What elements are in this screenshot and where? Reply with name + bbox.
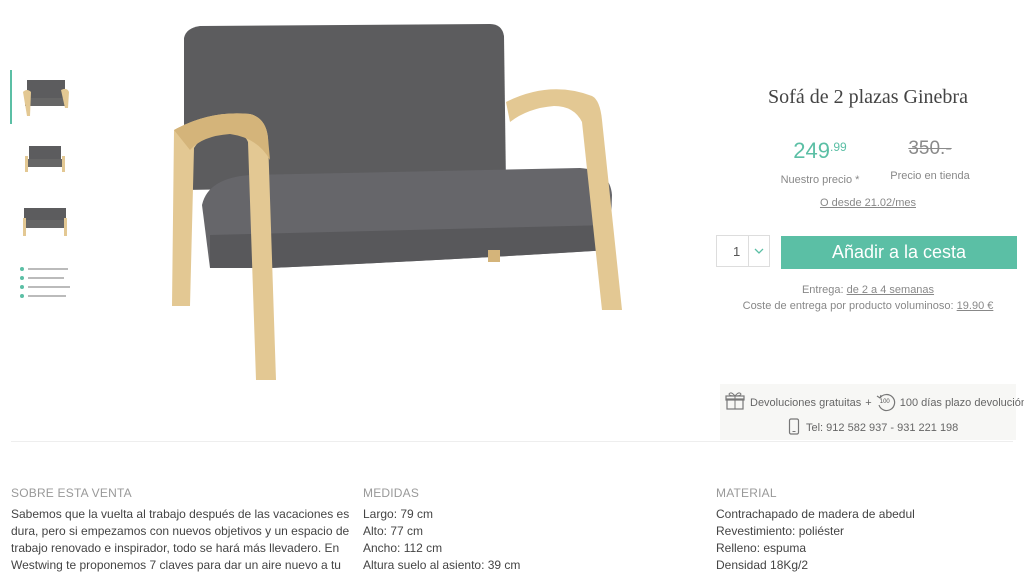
store-price: 350.- Precio en tienda	[870, 138, 990, 182]
sofa-thumbnail-image	[25, 146, 65, 172]
about-line: trabajo renovado e inspirador, todo se h…	[11, 541, 340, 555]
features-thumbnail-image	[20, 267, 70, 298]
product-image[interactable]	[150, 10, 640, 390]
thumbnail-gallery	[10, 70, 80, 318]
returns-box: Devoluciones gratuitas + 100 100 días pl…	[720, 384, 1024, 440]
delivery-cost-label: Coste de entrega por producto voluminoso…	[742, 300, 954, 312]
sofa-image	[172, 24, 622, 380]
delivery-cost-link[interactable]: 19.90 €	[957, 300, 994, 312]
quantity-value: 1	[733, 244, 741, 259]
financing-link[interactable]: O desde 21.02/mes	[820, 197, 916, 209]
about-section: SOBRE ESTA VENTA Sabemos que la vuelta a…	[11, 486, 350, 574]
material-line: Revestimiento: poliéster	[716, 524, 845, 538]
measure-width: Ancho: 112 cm	[363, 541, 443, 555]
free-returns-text: Devoluciones gratuitas	[750, 396, 862, 409]
financing: O desde 21.02/mes	[720, 193, 1016, 211]
measure-seat-height: Altura suelo al asiento: 39 cm	[363, 558, 521, 572]
return-period-text: 100 días plazo devolución	[899, 396, 1024, 409]
our-price-label: Nuestro precio *	[780, 174, 860, 186]
thumbnail-sofa-front[interactable]	[10, 132, 80, 186]
about-heading: SOBRE ESTA VENTA	[11, 486, 132, 500]
store-price-value: 350.-	[908, 138, 952, 159]
thumbnail-sofa-angle[interactable]	[10, 70, 80, 124]
measure-height: Alto: 77 cm	[363, 524, 424, 538]
delivery-label: Entrega:	[801, 284, 844, 296]
phone-text: Tel: 912 582 937 - 931 221 198	[806, 422, 959, 434]
measure-length: Largo: 79 cm	[363, 507, 434, 521]
material-line: Contrachapado de madera de abedul	[716, 507, 915, 521]
phone-icon	[788, 418, 800, 438]
about-line: dura, pero si empezamos con nuevos objet…	[11, 524, 350, 538]
delivery-time-link[interactable]: de 2 a 4 semanas	[847, 284, 934, 296]
store-price-label: Precio en tienda	[890, 170, 970, 182]
measures-section: MEDIDAS Largo: 79 cm Alto: 77 cm Ancho: …	[363, 486, 693, 574]
material-heading: MATERIAL	[716, 486, 777, 500]
plus-sign: +	[865, 396, 872, 409]
material-line: Densidad 18Kg/2	[716, 558, 809, 572]
add-to-cart-button[interactable]: Añadir a la cesta	[781, 236, 1017, 269]
gift-icon	[724, 391, 746, 414]
product-title: Sofá de 2 plazas Ginebra	[768, 86, 968, 108]
our-price: 249.99 Nuestro precio *	[760, 138, 880, 186]
sofa-thumbnail-image	[23, 208, 67, 236]
about-line: Westwing te proponemos 7 claves para dar…	[11, 558, 341, 572]
days-badge: 100	[879, 398, 890, 405]
divider	[11, 441, 1013, 442]
delivery-info: Entrega: de 2 a 4 semanas Coste de entre…	[720, 282, 1016, 314]
measures-heading: MEDIDAS	[363, 486, 420, 500]
sofa-thumbnail-image	[23, 80, 69, 116]
thumbnail-features[interactable]	[10, 256, 80, 310]
about-line: Sabemos que la vuelta al trabajo después…	[11, 507, 350, 521]
price-value: 249.99	[760, 138, 880, 164]
price-integer: 249	[793, 138, 831, 163]
100-days-return-icon: 100	[876, 393, 896, 413]
material-line: Relleno: espuma	[716, 541, 807, 555]
chevron-down-icon[interactable]	[748, 236, 769, 266]
material-section: MATERIAL Contrachapado de madera de abed…	[716, 486, 1024, 574]
quantity-select[interactable]: 1	[716, 235, 770, 267]
thumbnail-sofa-side[interactable]	[10, 194, 80, 248]
price-decimals: .99	[830, 140, 847, 154]
